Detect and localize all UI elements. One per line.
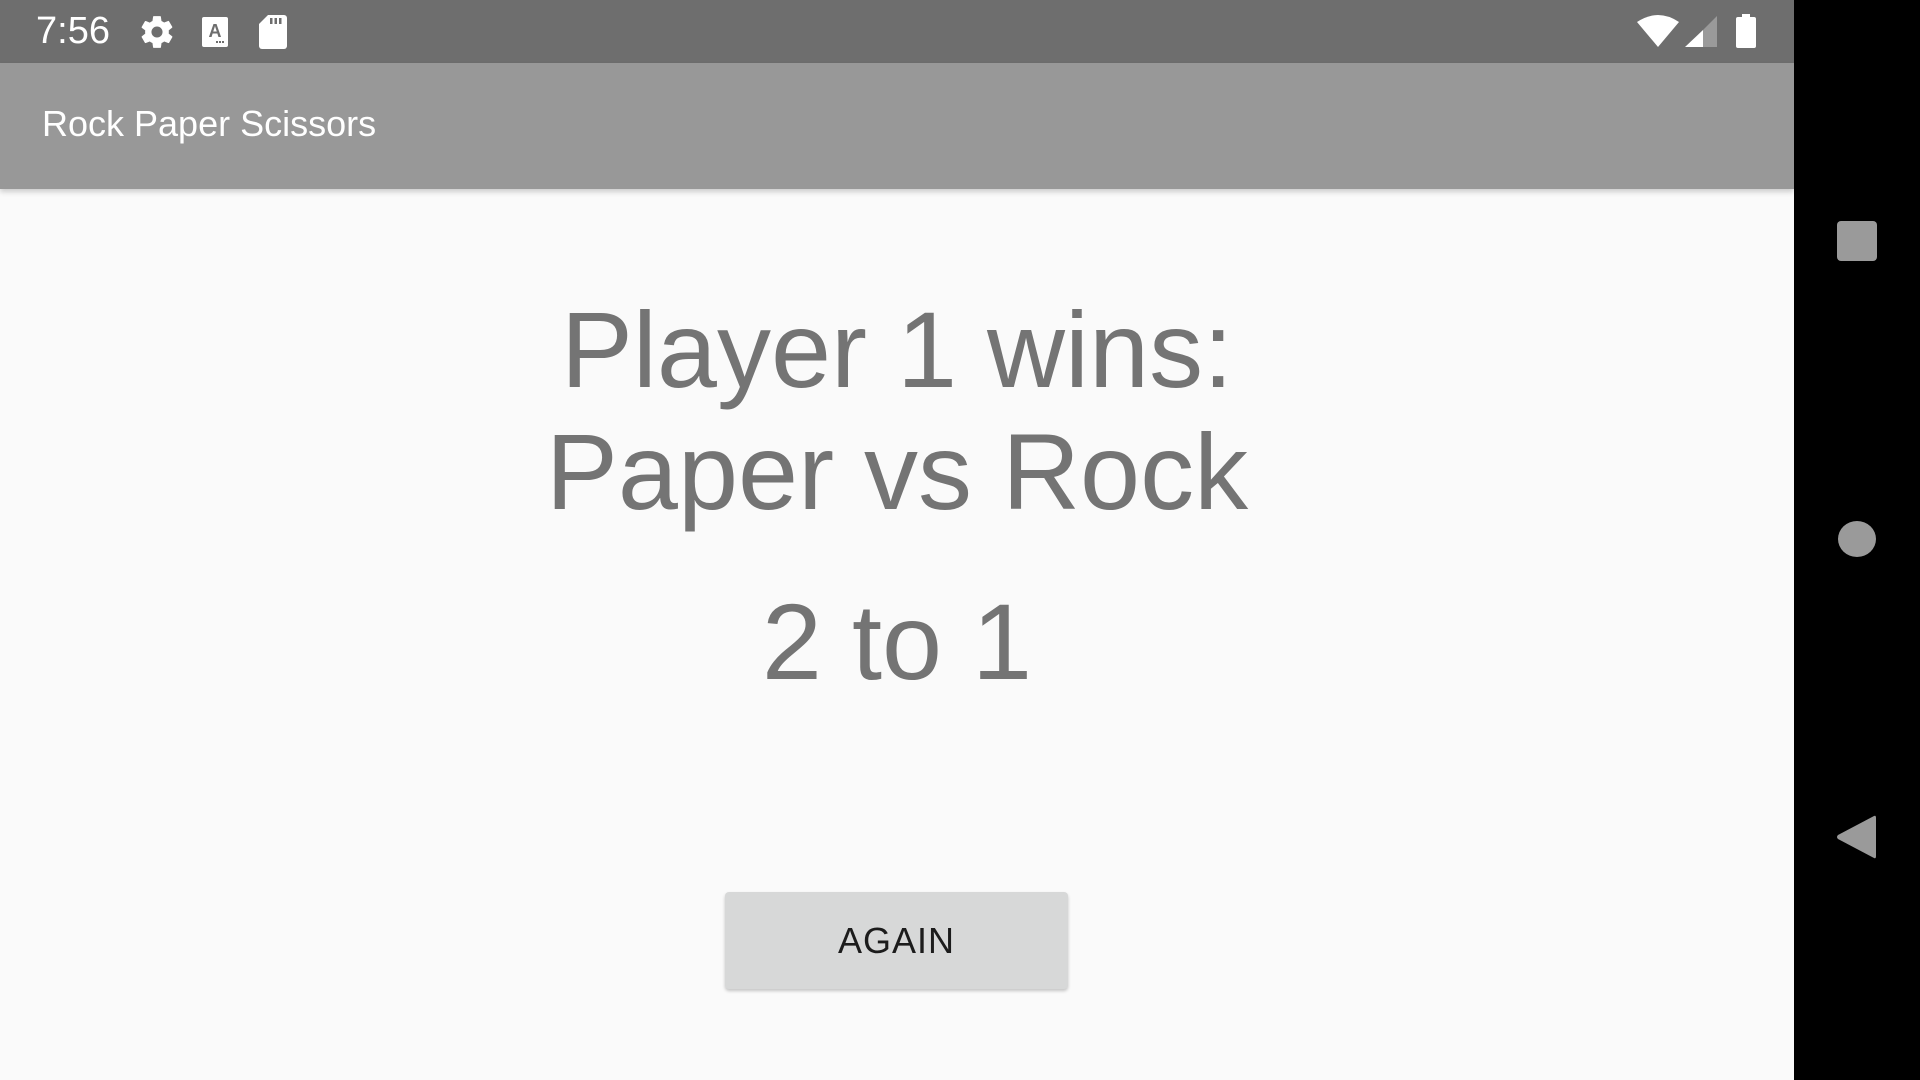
status-clock: 7:56: [36, 10, 110, 52]
app-screen: 7:56 A Rock Paper Scissors Player 1 wins…: [0, 0, 1794, 1080]
status-bar: 7:56 A: [0, 0, 1794, 63]
settings-icon: [141, 16, 173, 48]
home-button[interactable]: [1834, 516, 1880, 562]
back-button[interactable]: [1834, 812, 1880, 862]
app-title: Rock Paper Scissors: [42, 103, 377, 144]
app-bar: Rock Paper Scissors: [0, 63, 1794, 189]
home-circle-icon: [1838, 521, 1876, 557]
result-line-2: Paper vs Rock: [545, 411, 1249, 532]
again-button[interactable]: AGAIN: [725, 892, 1068, 989]
recents-square-icon: [1837, 221, 1877, 261]
recents-button[interactable]: [1834, 218, 1880, 264]
keyboard-a-icon: A: [202, 17, 228, 47]
battery-icon: [1736, 14, 1756, 48]
svg-text:A: A: [209, 21, 222, 41]
wifi-icon: [1637, 15, 1679, 47]
navigation-bar: [1794, 0, 1920, 1080]
result-line-1: Player 1 wins:: [560, 289, 1234, 410]
back-triangle-icon: [1837, 815, 1876, 859]
sd-card-icon: [259, 15, 287, 49]
score-text: 2 to 1: [761, 581, 1033, 702]
cell-signal-icon: [1685, 16, 1717, 47]
